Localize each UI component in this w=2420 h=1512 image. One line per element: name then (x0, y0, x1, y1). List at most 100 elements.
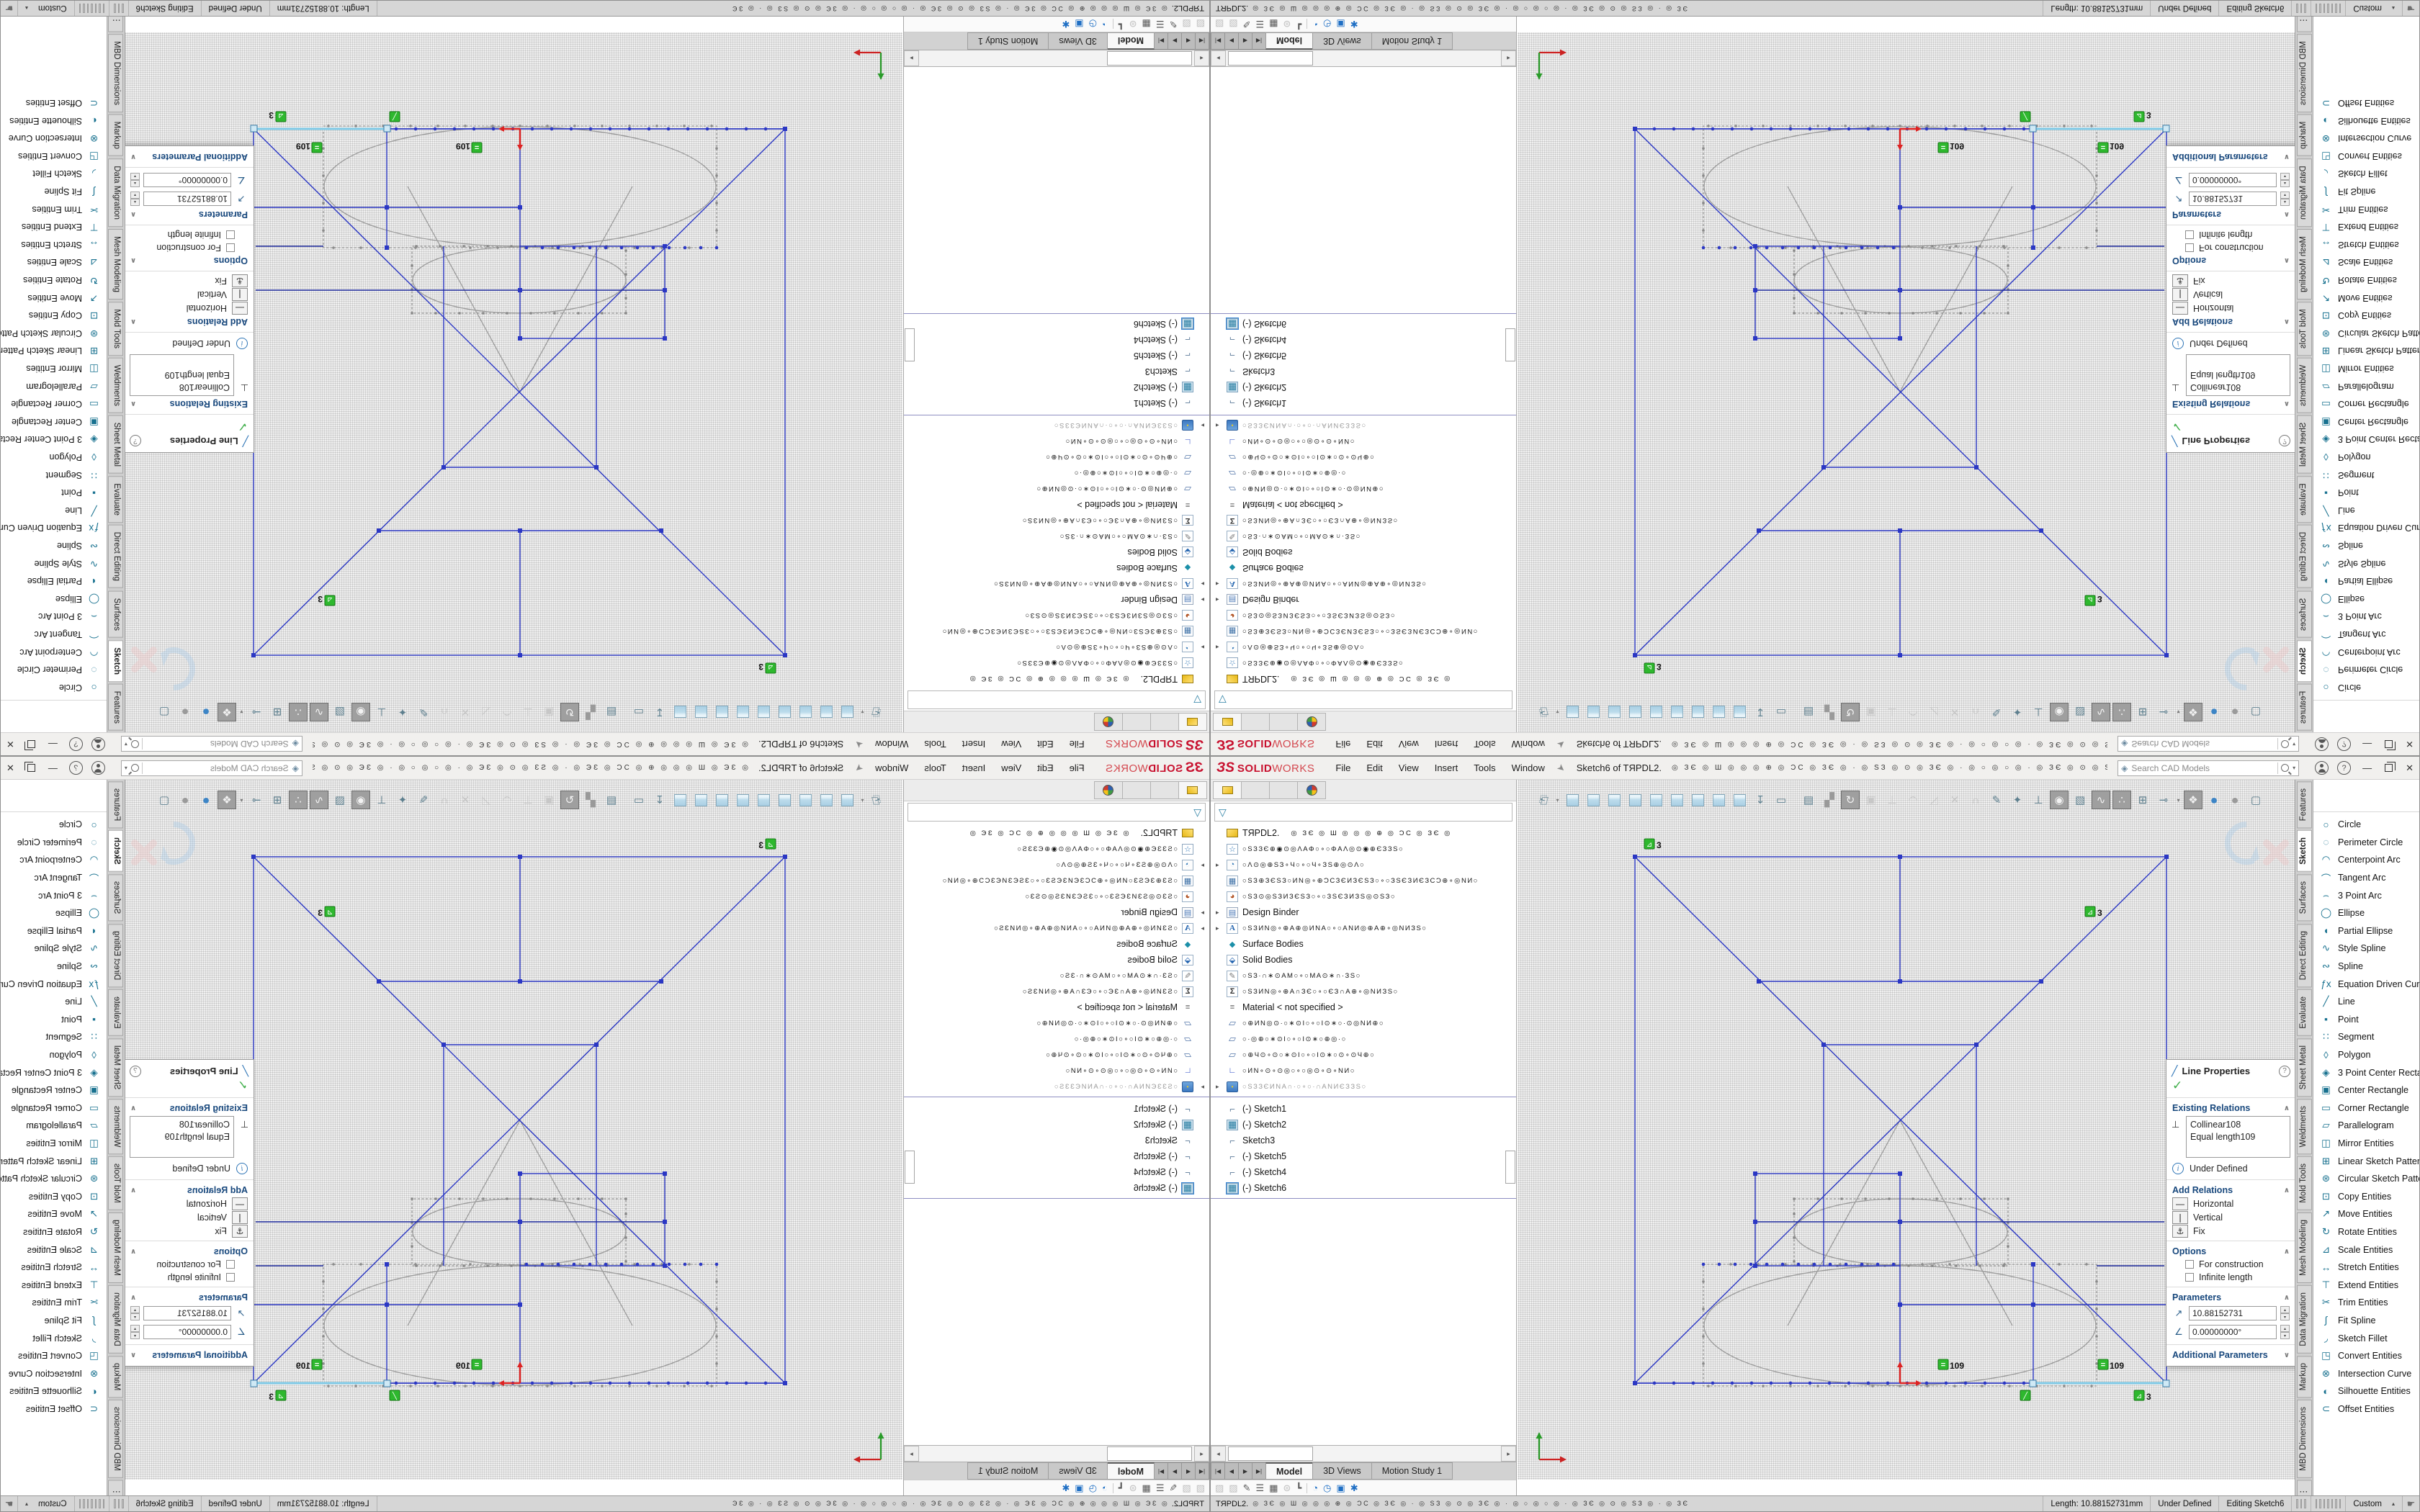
expander-icon[interactable]: ▸ (1198, 644, 1204, 652)
sketch-tool-item[interactable]: ○ Circle (1, 678, 107, 696)
solidworks-logo[interactable]: ЗS SOLID WORKS (1216, 760, 1314, 776)
sketch-tool-item[interactable]: ◠ Centerpoint Arc (1, 851, 107, 869)
view-toolbar-icon[interactable]: ✦ (2008, 703, 2027, 721)
tab-nav-button[interactable]: |◀ (1195, 1462, 1209, 1480)
help-icon[interactable]: ? (2337, 737, 2351, 751)
view-toolbar-icon[interactable] (1730, 791, 1749, 809)
tree-row[interactable]: ▱○⊕ИΝ◎⊙·○∗⊙I○∘○I⊙∗○·⊙◎ΝИ⊕○ (904, 1015, 1209, 1031)
sketch-tool-item[interactable]: ✂ Trim Entities (1, 1294, 107, 1312)
horizontal-scrollbar[interactable]: ◂ ▸ (1211, 50, 1516, 67)
sketch-tool-item[interactable]: ◌ Perimeter Circle (1, 834, 107, 852)
tree-row[interactable]: ▸A○ЅЗИΝ◎∘⊕А⊕◎ИΝА○∘○АΝИ◎⊕А⊕∘◎ΝИЗЅ○ (904, 920, 1209, 936)
view-toolbar-icon[interactable]: ∿ (310, 703, 328, 721)
view-toolbar-icon[interactable]: ◿ (1924, 703, 1943, 721)
sketch-tool-item[interactable]: ◌ Perimeter Circle (1, 661, 107, 679)
collapse-chevron-icon[interactable]: ∧ (2284, 1248, 2290, 1256)
view-toolbar-icon[interactable]: ✦ (393, 791, 412, 809)
sketch-tool-item[interactable]: ⊤ Extend Entities (1, 1276, 107, 1294)
command-tab[interactable]: Sketch (109, 830, 124, 872)
parameter-field[interactable]: 10.88152731 (2189, 1306, 2277, 1320)
view-toolbar-icon[interactable] (734, 703, 753, 721)
checkbox[interactable] (2185, 230, 2194, 239)
command-tab[interactable]: Mesh Modeling (2297, 1212, 2312, 1283)
rollback-bar[interactable] (1211, 413, 1516, 415)
relations-listbox[interactable]: Collinear108Equal length109 (2186, 1116, 2290, 1158)
horizontal-scrollbar[interactable]: ◂ ▸ (1211, 1445, 1516, 1462)
ok-checkmark-button[interactable]: ✓ (2166, 1079, 2295, 1094)
view-toolbar-icon[interactable]: ● (197, 703, 215, 721)
view-toolbar-icon[interactable] (734, 791, 753, 809)
tree-row[interactable]: ▱○·◎⊕○∗⊙I○∘○I⊙∗○⊕◎·○ (904, 1031, 1209, 1047)
tag-icon[interactable]: ☛ (1, 1496, 18, 1511)
checkbox[interactable] (2185, 243, 2194, 252)
bottom-toolbar-icon[interactable]: ◷ (1089, 19, 1097, 29)
sketch-tool-item[interactable]: ▪ Point (2313, 484, 2419, 502)
feature-manager-tab[interactable] (1213, 781, 1242, 799)
command-tab[interactable]: Sketch (109, 640, 124, 682)
expander-icon[interactable]: ▸ (1198, 861, 1204, 869)
minimize-button[interactable]: — (48, 763, 58, 773)
sketch-tool-item[interactable]: ⊿ Scale Entities (1, 1241, 107, 1259)
sketch-tool-item[interactable]: ▱ Parallelogram (2313, 1117, 2419, 1135)
view-toolbar-icon[interactable]: ▞ (581, 703, 600, 721)
tree-filter-input[interactable]: ▽ (1214, 803, 1512, 822)
tree-row[interactable]: TЯPDL2.◎ ЗЄ ◎ Ш ◎ ◎ ◎ ⊕ ◎ ƆС ◎ ЗЄ ◎ (904, 671, 1209, 687)
view-toolbar-icon[interactable]: ▞ (581, 791, 600, 809)
existing-relations-header[interactable]: Existing Relations ∧ (2166, 397, 2295, 411)
parameters-header[interactable]: Parameters ∧ (2166, 208, 2295, 222)
view-toolbar-icon[interactable] (1584, 703, 1603, 721)
scroll-right-button[interactable]: ▸ (904, 50, 919, 66)
view-toolbar-icon[interactable]: ⊞ (268, 791, 287, 809)
menu-item[interactable]: Tools (916, 757, 954, 779)
tree-row[interactable]: ▸•○ЅЗЗЄИΝА∩·○∘○·∩АΝИЄЗЗЅ○ (1211, 1079, 1516, 1094)
sketch-tool-item[interactable]: ✂ Trim Entities (2313, 200, 2419, 218)
menu-item[interactable]: Tools (1466, 757, 1503, 779)
quick-access-toolbar[interactable]: ◎ ЗЄ ◎ Ш ◎ ◎ ◎ ⊕ ◎ ƆС ◎ ЗЄ ◎ · ◎ ЅЗ ◎ ⊙ … (1672, 740, 2107, 748)
spinner[interactable]: ▴▾ (2280, 173, 2290, 187)
view-toolbar-icon[interactable]: ◠ (498, 791, 516, 809)
sketch-tool-item[interactable]: ▣ Center Rectangle (2313, 413, 2419, 431)
option-checkbox-row[interactable]: Infinite length (2166, 1271, 2295, 1284)
view-toolbar-icon[interactable]: ❖ (2184, 791, 2202, 809)
tree-row[interactable]: ∟○ИΝ∘⊙∘⊙◎○∘○◎⊙∘⊙∘ΝИ○ (904, 433, 1209, 449)
menu-item[interactable]: File (1062, 757, 1093, 779)
bottom-toolbar-icon[interactable]: ▦ (1142, 1483, 1151, 1493)
sketch-tool-item[interactable]: ◊ Polygon (2313, 1046, 2419, 1064)
tree-row[interactable]: TЯPDL2.◎ ЗЄ ◎ Ш ◎ ◎ ◎ ⊕ ◎ ƆС ◎ ЗЄ ◎ (904, 825, 1209, 841)
sketch-tool-item[interactable]: ⊤ Extend Entities (2313, 218, 2419, 236)
tab-nav-button[interactable]: ◀ (1224, 32, 1239, 50)
view-toolbar-icon[interactable]: ▾ (2175, 703, 2182, 721)
parameter-field[interactable]: 0.00000000° (2189, 1325, 2277, 1339)
view-toolbar-icon[interactable]: ∴ (2112, 791, 2131, 809)
view-toolbar-icon[interactable]: ✦ (2008, 791, 2027, 809)
tree-row[interactable]: Σ○ЅЗИΝ◎∘⊕А∩ЗЄ○∘○ЄЗ∩А⊕∘◎ΝИЗЅ○ (904, 513, 1209, 528)
bottom-toolbar-icon[interactable]: ◷ (1323, 19, 1331, 29)
scroll-left-button[interactable]: ◂ (1194, 1446, 1209, 1462)
add-relation-button[interactable]: ❘ Vertical (2166, 288, 2295, 302)
tree-row[interactable]: ▱○⊕Ч⊙∘⊙○∗⊙I○∘○I⊙∗○⊙∘⊙Ч⊕○ (904, 1047, 1209, 1063)
sketch-tool-item[interactable]: ⊛ Circular Sketch Pattern (2313, 1170, 2419, 1188)
tag-icon[interactable]: ☛ (2402, 1, 2419, 16)
feature-manager-tab[interactable] (1213, 713, 1242, 731)
command-tab[interactable]: Surfaces (109, 874, 124, 921)
sketch-tool-item[interactable]: ▪ Point (1, 484, 107, 502)
view-toolbar-icon[interactable]: ⊥ (519, 791, 537, 809)
collapse-chevron-icon[interactable]: ∧ (130, 318, 136, 326)
sketch-tool-item[interactable]: ◫ Mirror Entities (2313, 360, 2419, 378)
view-toolbar-icon[interactable] (776, 703, 794, 721)
sketch-tool-item[interactable]: ▭ Corner Rectangle (1, 395, 107, 413)
rollback-bar[interactable] (904, 413, 1209, 415)
sketch-tool-item[interactable]: ⊡ Copy Entities (1, 1187, 107, 1205)
command-tab[interactable]: Data Migration (109, 158, 124, 227)
document-tab[interactable]: 3D Views (1312, 1462, 1372, 1480)
document-tab[interactable]: 3D Views (1048, 32, 1108, 50)
tree-row[interactable]: ▸•○ЅЗЗЄИΝА∩·○∘○·∩АΝИЄЗЗЅ○ (904, 418, 1209, 433)
pin-icon[interactable]: ➤ (1554, 761, 1568, 775)
view-toolbar-icon[interactable]: ▭ (629, 791, 648, 809)
view-toolbar-icon[interactable] (1626, 703, 1644, 721)
rollback-bar[interactable] (904, 1097, 1209, 1099)
menu-item[interactable]: Insert (1427, 757, 1466, 779)
tree-row[interactable]: TЯPDL2.◎ ЗЄ ◎ Ш ◎ ◎ ◎ ⊕ ◎ ƆС ◎ ЗЄ ◎ (1211, 825, 1516, 841)
view-toolbar-icon[interactable]: ✕ (1945, 703, 1964, 721)
sketch-tool-item[interactable]: ↻ Rotate Entities (1, 271, 107, 289)
